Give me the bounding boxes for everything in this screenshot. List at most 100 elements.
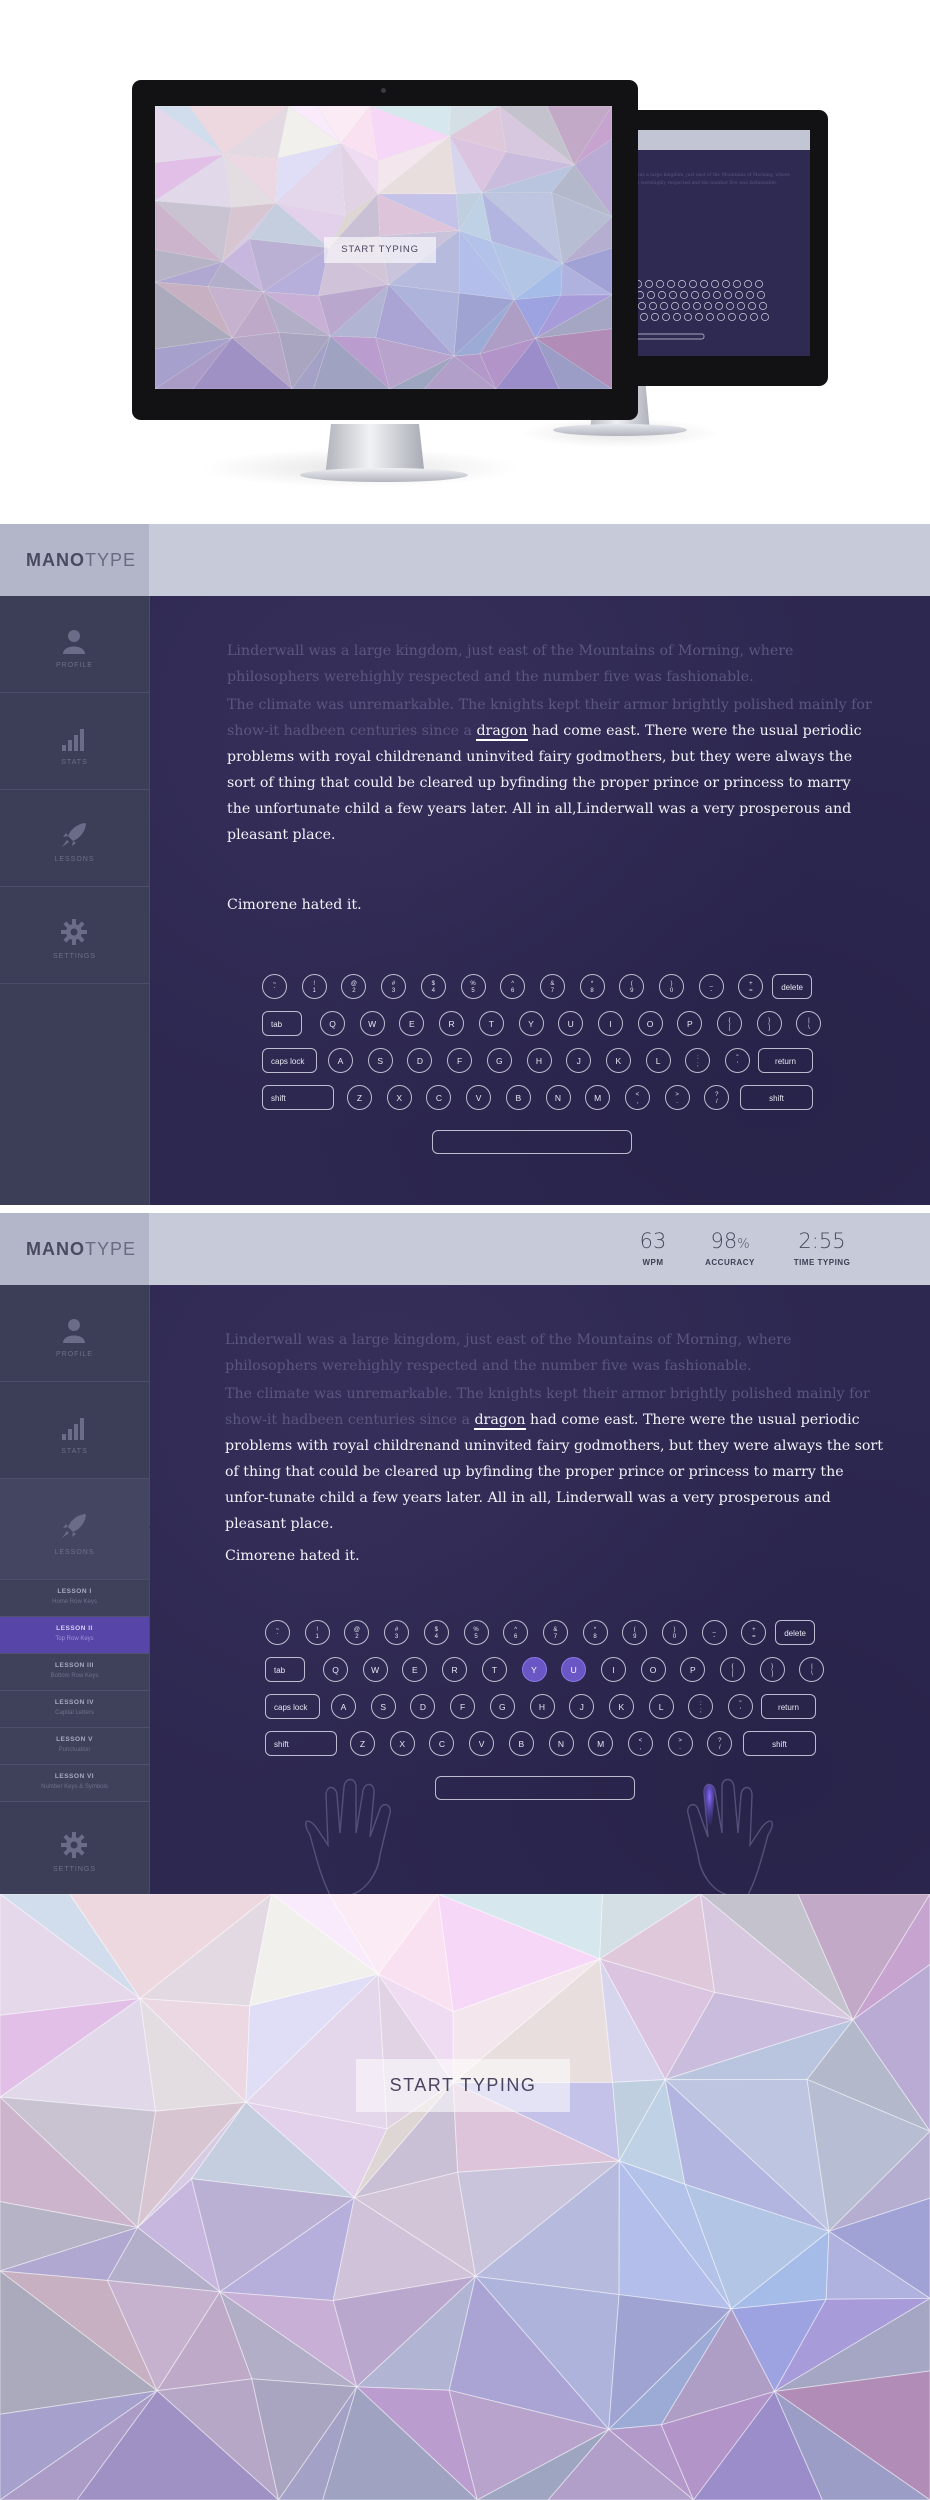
key-y[interactable]: Y	[518, 1011, 544, 1036]
left-shift-key[interactable]: shift	[265, 1731, 337, 1756]
key-symbol[interactable]: <,	[624, 1085, 650, 1110]
key-5[interactable]: % 5	[460, 974, 486, 999]
delete-key[interactable]: delete	[772, 974, 813, 999]
key-t[interactable]: T	[478, 1011, 504, 1036]
lesson-item[interactable]: LESSON IV Capital Letters	[0, 1691, 149, 1728]
key-c[interactable]: C	[429, 1731, 455, 1756]
key-9[interactable]: (9	[619, 974, 645, 999]
spacebar-key[interactable]	[432, 1130, 632, 1154]
caps-lock-key[interactable]: caps lock	[265, 1694, 320, 1719]
key-7[interactable]: & 7	[539, 974, 565, 999]
key-e[interactable]: E	[399, 1011, 425, 1036]
key-d[interactable]: D	[410, 1694, 436, 1719]
key-symbol[interactable]: >.	[664, 1085, 690, 1110]
key-0[interactable]: ) 0	[662, 1620, 687, 1645]
key-symbol[interactable]: <,	[627, 1731, 653, 1756]
return-key[interactable]: return	[761, 1694, 816, 1719]
lesson-item[interactable]: LESSON VI Number Keys & Symbols	[0, 1765, 149, 1802]
key-m[interactable]: M	[588, 1731, 614, 1756]
key-z[interactable]: Z	[347, 1085, 372, 1110]
key-h[interactable]: H	[529, 1694, 555, 1719]
tab-key[interactable]: tab	[262, 1011, 302, 1036]
key-2[interactable]: @2	[341, 974, 367, 999]
key-r[interactable]: R	[439, 1011, 465, 1036]
key-6[interactable]: ^ 6	[500, 974, 526, 999]
sidebar-item-stats[interactable]: STATS	[0, 693, 149, 790]
key-x[interactable]: X	[389, 1731, 415, 1756]
key-s[interactable]: S	[370, 1694, 396, 1719]
key-j[interactable]: J	[566, 1048, 592, 1073]
caps-lock-key[interactable]: caps lock	[262, 1048, 317, 1073]
key-7[interactable]: & 7	[542, 1620, 568, 1645]
key-u[interactable]: U	[558, 1011, 584, 1036]
sidebar-item-lessons[interactable]: LESSONS	[0, 1479, 157, 1580]
key-s[interactable]: S	[367, 1048, 393, 1073]
left-shift-key[interactable]: shift	[262, 1085, 334, 1110]
key-i[interactable]: I	[600, 1657, 626, 1682]
key-v[interactable]: V	[469, 1731, 495, 1756]
key-symbol[interactable]: ? /	[704, 1085, 730, 1110]
key-p[interactable]: P	[677, 1011, 703, 1036]
key-b[interactable]: B	[505, 1085, 531, 1110]
delete-key[interactable]: delete	[775, 1620, 816, 1645]
key-symbol[interactable]: | \	[796, 1011, 822, 1036]
sidebar-item-settings[interactable]: SETTINGS	[0, 887, 149, 984]
app-logo[interactable]: MANOTYPE	[26, 550, 136, 571]
key-d[interactable]: D	[407, 1048, 433, 1073]
key-r[interactable]: R	[442, 1657, 468, 1682]
key-symbol[interactable]: >.	[667, 1731, 693, 1756]
lesson-item-active[interactable]: LESSON II Top Row Keys	[0, 1617, 149, 1654]
key-=[interactable]: + =	[741, 1620, 767, 1645]
key-g[interactable]: G	[486, 1048, 512, 1073]
key-w[interactable]: W	[362, 1657, 388, 1682]
key-i[interactable]: I	[597, 1011, 623, 1036]
key-5[interactable]: % 5	[463, 1620, 489, 1645]
key-`[interactable]: ~ `	[265, 1620, 290, 1645]
key-4[interactable]: $4	[423, 1620, 449, 1645]
key-2[interactable]: @2	[344, 1620, 370, 1645]
key-z[interactable]: Z	[350, 1731, 375, 1756]
lesson-item[interactable]: LESSON I Home Row Keys	[0, 1580, 149, 1617]
key-b[interactable]: B	[508, 1731, 534, 1756]
key-symbol[interactable]: " '	[725, 1048, 750, 1073]
right-shift-key[interactable]: shift	[743, 1731, 816, 1756]
key-j[interactable]: J	[569, 1694, 595, 1719]
key-symbol[interactable]: }]	[756, 1011, 782, 1036]
key-l[interactable]: L	[645, 1048, 671, 1073]
key-p[interactable]: P	[680, 1657, 706, 1682]
key-1[interactable]: ! 1	[301, 974, 327, 999]
key-o[interactable]: O	[640, 1657, 666, 1682]
key-e[interactable]: E	[402, 1657, 428, 1682]
key-=[interactable]: + =	[738, 974, 764, 999]
sidebar-item-profile[interactable]: PROFILE	[0, 1285, 149, 1382]
key-o[interactable]: O	[637, 1011, 663, 1036]
key-symbol[interactable]: {[	[717, 1011, 742, 1036]
return-key[interactable]: return	[758, 1048, 813, 1073]
key-symbol[interactable]: :;	[685, 1048, 711, 1073]
key-6[interactable]: ^ 6	[503, 1620, 529, 1645]
key--[interactable]: _ -	[698, 974, 724, 999]
key-f[interactable]: F	[450, 1694, 476, 1719]
key-0[interactable]: ) 0	[659, 974, 684, 999]
key-8[interactable]: * 8	[579, 974, 605, 999]
key-9[interactable]: (9	[622, 1620, 648, 1645]
sidebar-item-lessons[interactable]: LESSONS	[0, 790, 149, 887]
key-8[interactable]: * 8	[582, 1620, 608, 1645]
key-h[interactable]: H	[526, 1048, 552, 1073]
spacebar-key[interactable]	[435, 1776, 635, 1800]
right-shift-key[interactable]: shift	[740, 1085, 813, 1110]
key-3[interactable]: #3	[381, 974, 407, 999]
sidebar-item-settings[interactable]: SETTINGS	[0, 1802, 149, 1894]
key-t[interactable]: T	[481, 1657, 507, 1682]
key-symbol[interactable]: :;	[688, 1694, 714, 1719]
key-c[interactable]: C	[426, 1085, 452, 1110]
key-symbol[interactable]: " '	[728, 1694, 753, 1719]
key-m[interactable]: M	[585, 1085, 611, 1110]
key-3[interactable]: #3	[384, 1620, 410, 1645]
key-k[interactable]: K	[608, 1694, 634, 1719]
key-q[interactable]: Q	[320, 1011, 345, 1036]
key-1[interactable]: ! 1	[304, 1620, 330, 1645]
app-logo[interactable]: MANOTYPE	[26, 1239, 136, 1260]
lesson-item[interactable]: LESSON V Punctuation	[0, 1728, 149, 1765]
key-`[interactable]: ~ `	[262, 974, 287, 999]
